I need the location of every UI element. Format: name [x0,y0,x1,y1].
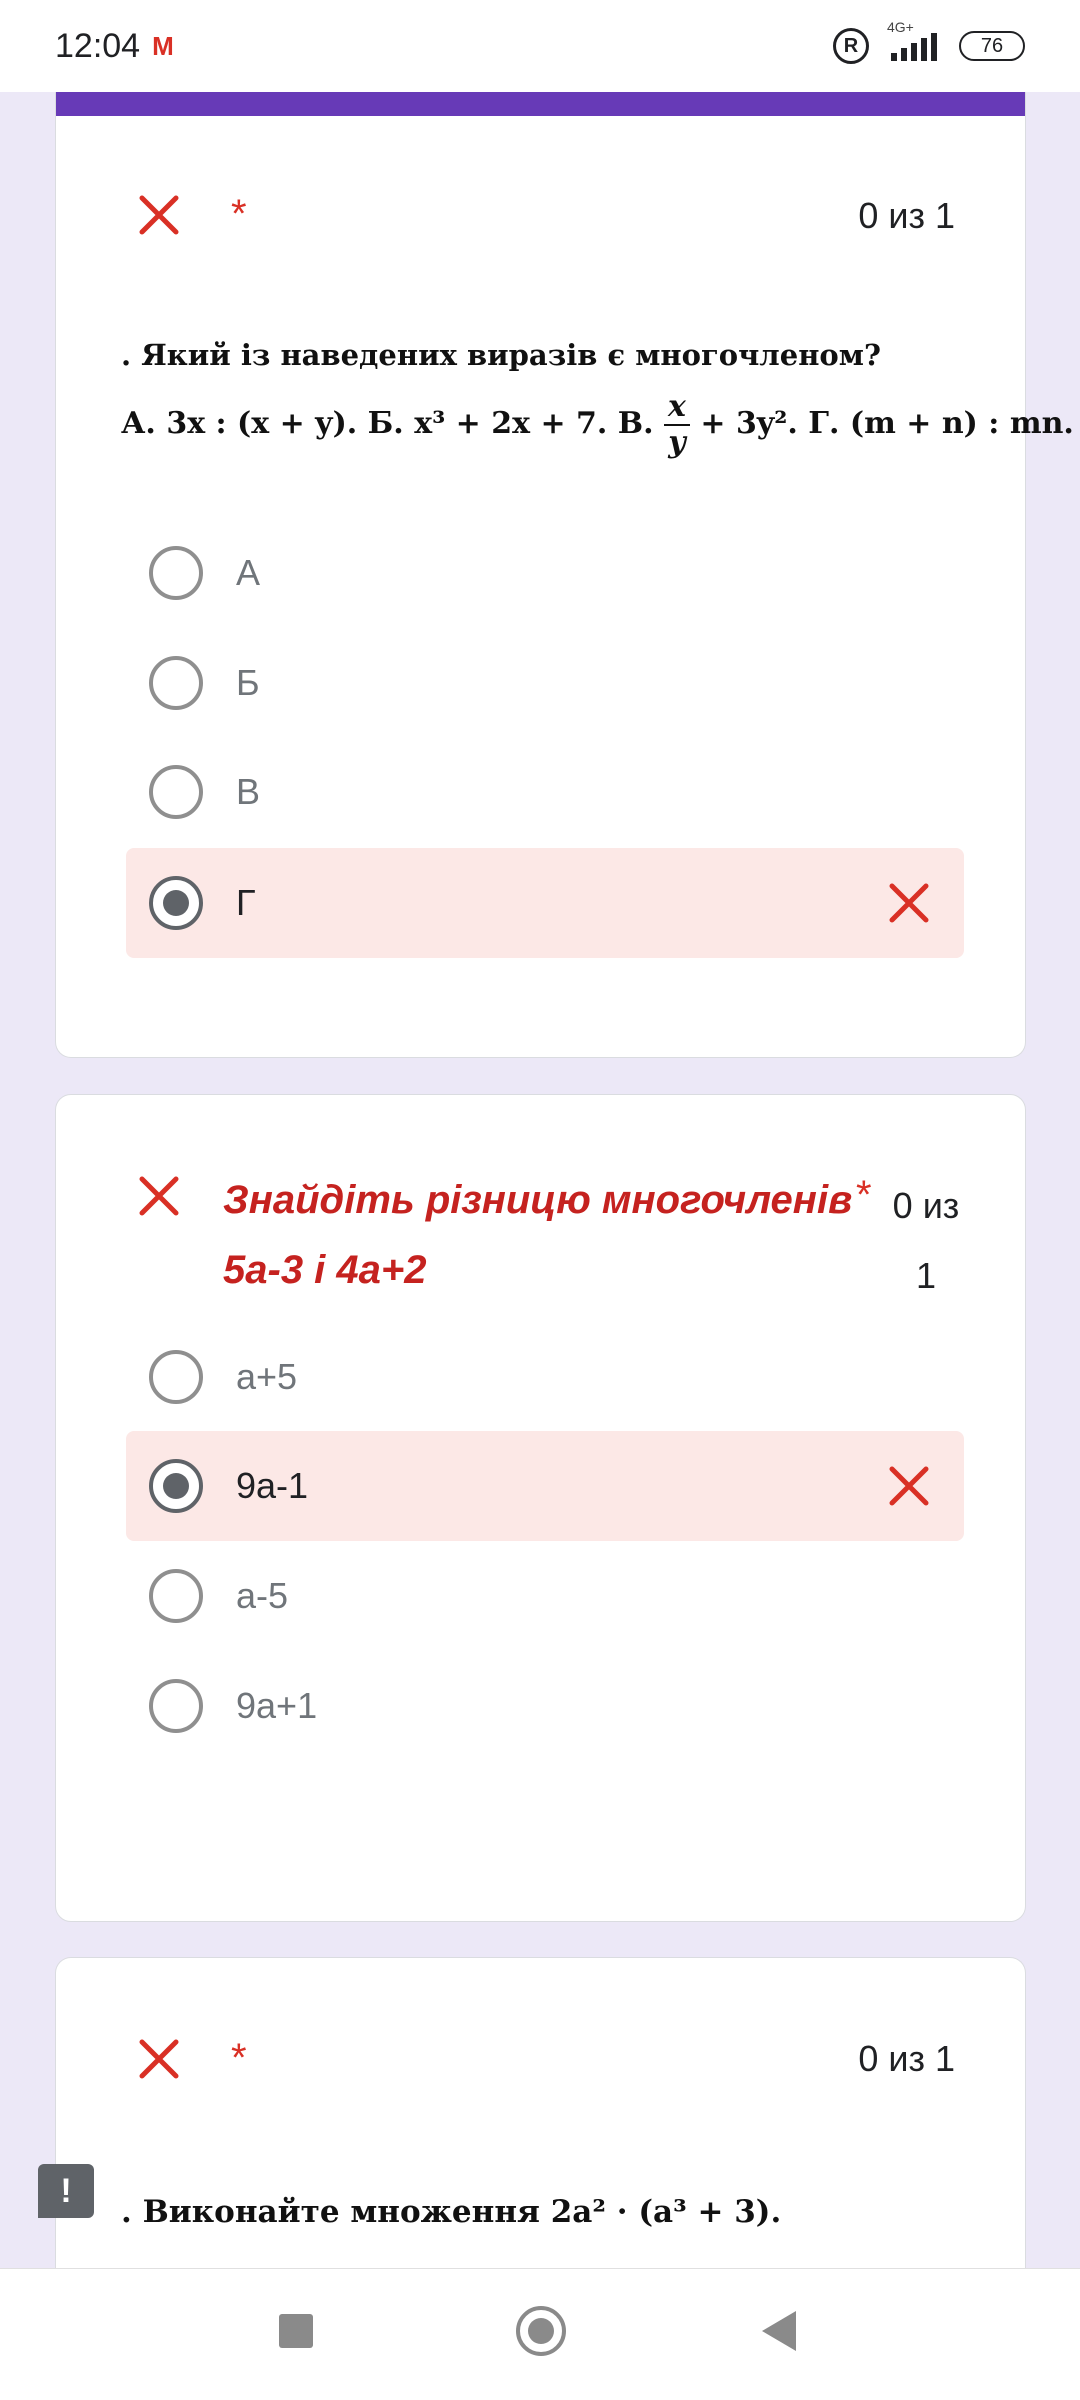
nav-back-icon[interactable] [762,2311,796,2351]
question-card-1: * 0 из 1 . Який із наведених виразів є м… [55,60,1074,1058]
close-x-icon [136,192,182,238]
question-card-3: * 0 из 1 . Виконайте множення 2a² · (a³ … [55,1957,1026,2277]
question-image: . Який із наведених виразів є многочлено… [121,338,1074,460]
option-g-selected-wrong[interactable]: Г [126,848,964,958]
form-accent-bar [56,92,1025,116]
feedback-icon[interactable]: ! [38,2164,94,2218]
option-label: 9а+1 [236,1685,318,1726]
option-a[interactable]: А [126,518,964,628]
radio-icon[interactable] [149,546,203,600]
question-card-2: Знайдіть різницю многочленів 5а-3 і 4а+2… [55,1094,1026,1922]
wrong-x-icon [886,880,932,926]
radio-icon[interactable] [149,1350,203,1404]
option-label: а-5 [236,1575,289,1616]
option-label: Б [236,662,260,703]
required-asterisk: * [856,1173,872,1217]
radio-icon[interactable] [149,656,203,710]
radio-icon[interactable] [149,1679,203,1733]
option-9a-minus-1-selected-wrong[interactable]: 9а-1 [126,1431,964,1541]
question-image-line1: . Який із наведених виразів є многочлено… [121,338,881,372]
option-b[interactable]: Б [126,628,964,738]
option-label: В [236,771,261,812]
required-asterisk: * [231,2036,247,2080]
question-score: 0 из 1 [858,2038,955,2079]
radio-icon-checked[interactable] [149,1459,203,1513]
close-x-icon [136,2036,182,2082]
option-label: А [236,552,261,593]
signal-icon: 4G+ [887,19,937,61]
option-v[interactable]: В [126,737,964,847]
nav-recents-icon[interactable] [279,2314,313,2348]
network-type: 4G+ [887,19,914,35]
registered-icon: R [833,28,869,64]
option-a-plus-5[interactable]: а+5 [126,1322,964,1432]
nav-bar [0,2268,1080,2400]
gmail-icon: M [152,30,174,61]
required-asterisk: * [231,192,247,236]
radio-icon-checked[interactable] [149,876,203,930]
question-image-line2: А. 3x : (x + y). Б. x³ + 2x + 7. В. xy +… [121,389,1074,460]
option-label: а+5 [236,1356,298,1397]
status-bar: 12:04 M R 4G+ 76 [0,0,1080,92]
option-label: 9а-1 [236,1465,309,1506]
option-label: Г [236,882,256,923]
option-a-minus-5[interactable]: а-5 [126,1541,964,1651]
option-9a-plus-1[interactable]: 9а+1 [126,1651,964,1761]
wrong-x-icon [886,1463,932,1509]
fraction: xy [664,390,690,460]
close-x-icon [136,1173,182,1219]
radio-icon[interactable] [149,1569,203,1623]
nav-home-icon[interactable] [516,2306,566,2356]
question-score: 0 из 1 [858,195,955,236]
question-title: Знайдіть різницю многочленів 5а-3 і 4а+2 [223,1178,853,1292]
question-image: . Виконайте множення 2a² · (a³ + 3). [121,2194,782,2230]
radio-icon[interactable] [149,765,203,819]
question-score: 0 из 1 [892,1185,960,1296]
battery-icon: 76 [959,31,1025,61]
clock: 12:04 [55,26,141,65]
